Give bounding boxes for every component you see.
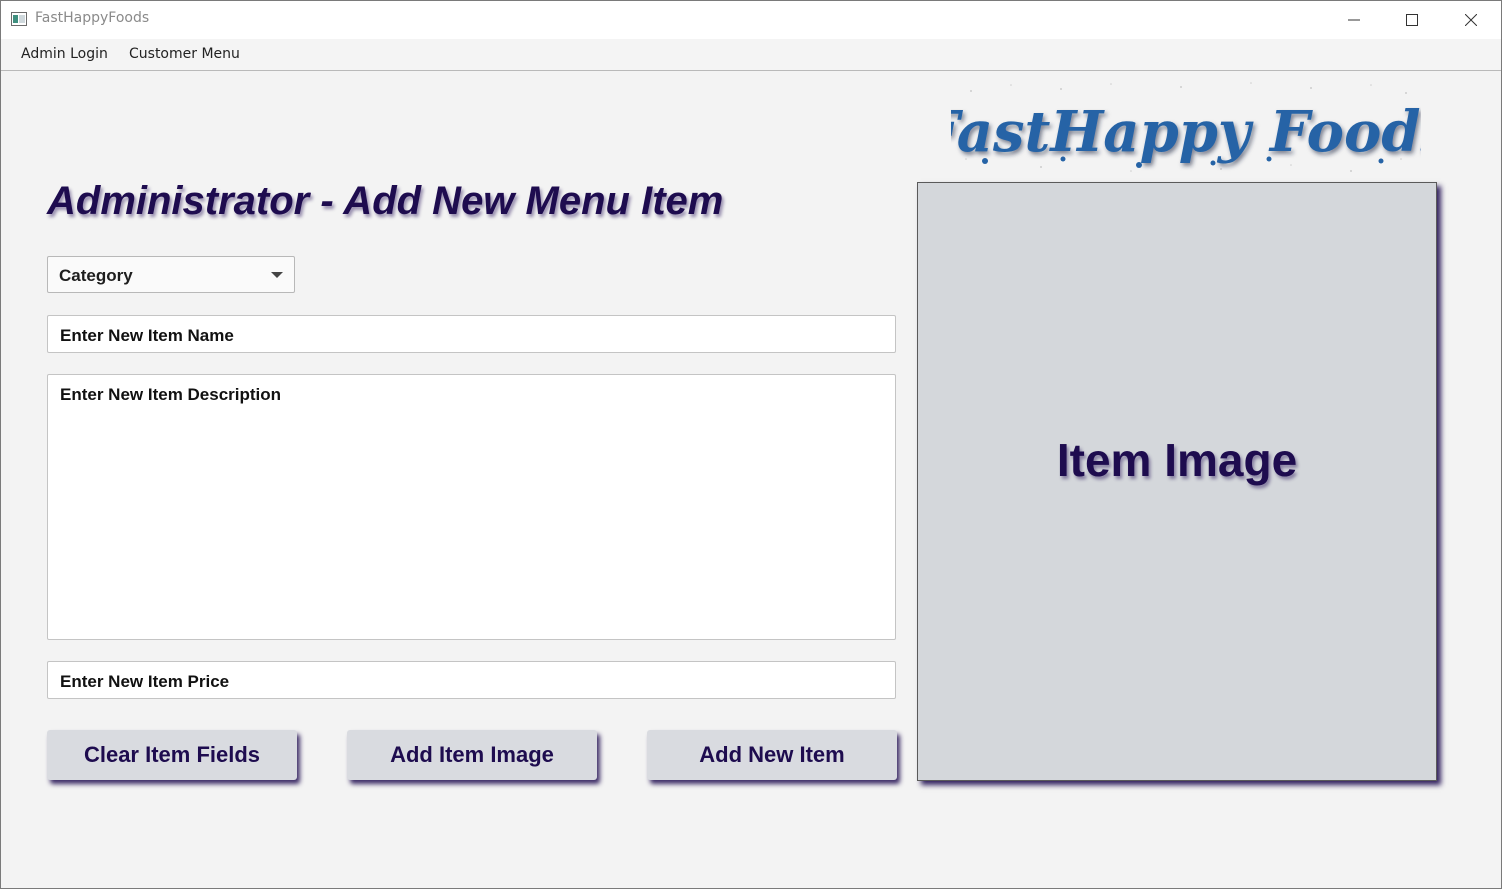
item-name-field[interactable]: Enter New Item Name: [47, 315, 896, 353]
category-value: Category: [59, 266, 133, 285]
window-title: FastHappyFoods: [35, 10, 150, 26]
close-icon: [1465, 14, 1477, 26]
minimize-icon: [1348, 19, 1360, 21]
item-description-text: Enter New Item Description: [60, 385, 282, 404]
title-bar: FastHappyFoods: [1, 1, 1501, 39]
menu-admin-login[interactable]: Admin Login: [21, 46, 108, 62]
close-button[interactable]: [1442, 1, 1500, 39]
item-image-label: Item Image: [1056, 434, 1298, 486]
add-item-button[interactable]: Add New Item: [647, 730, 897, 780]
item-name-text: Enter New Item Name: [60, 326, 234, 345]
item-price-field[interactable]: Enter New Item Price: [47, 661, 896, 699]
category-dropdown[interactable]: Category: [47, 256, 295, 293]
item-image-panel: Item Image: [917, 182, 1437, 781]
add-item-label: Add New Item: [699, 742, 845, 767]
item-price-text: Enter New Item Price: [60, 672, 230, 691]
maximize-button[interactable]: [1383, 1, 1441, 39]
app-window: FastHappyFoods Admin Login Customer Menu: [0, 0, 1502, 889]
add-image-label: Add Item Image: [390, 742, 554, 767]
menu-customer-menu[interactable]: Customer Menu: [129, 46, 240, 62]
minimize-button[interactable]: [1325, 1, 1383, 39]
add-image-button[interactable]: Add Item Image: [347, 730, 597, 780]
page-title: Administrator - Add New Menu Item: [47, 179, 724, 223]
brand-logo: FastHappy Foods: [951, 82, 1421, 172]
item-description-field[interactable]: Enter New Item Description: [47, 374, 896, 640]
menu-bar: Admin Login Customer Menu: [1, 39, 1501, 71]
logo-text: FastHappy Foods: [951, 99, 1421, 165]
chevron-down-icon: [271, 272, 283, 278]
maximize-icon: [1406, 14, 1418, 26]
clear-fields-button[interactable]: Clear Item Fields: [47, 730, 297, 780]
clear-fields-label: Clear Item Fields: [83, 742, 261, 767]
app-icon: [11, 12, 27, 26]
